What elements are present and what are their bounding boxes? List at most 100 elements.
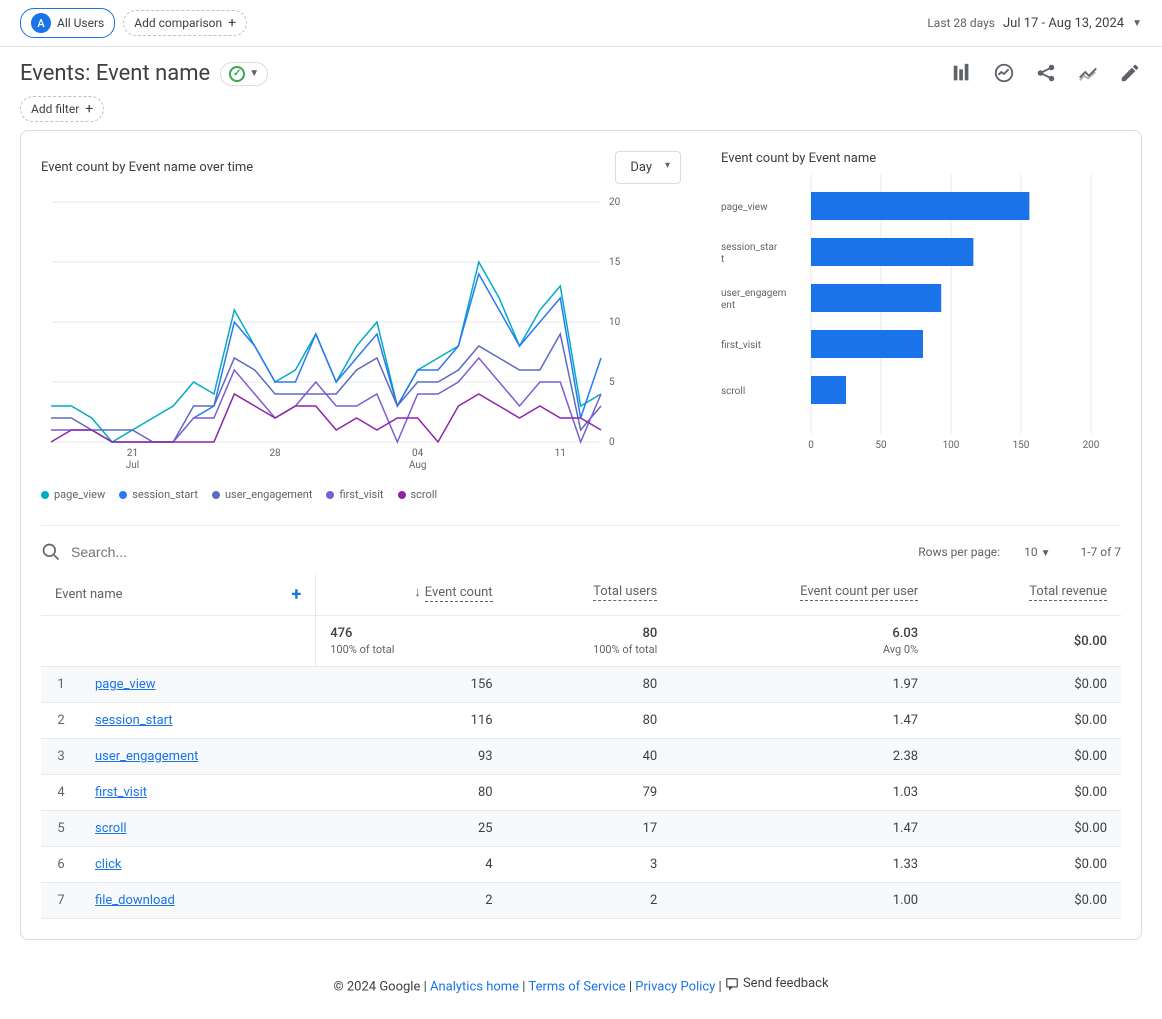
legend-dot-icon (398, 491, 406, 499)
page-header: Events: Event name ▼ Add filter + (0, 47, 1162, 130)
legend-dot-icon (326, 491, 334, 499)
copyright: © 2024 Google (333, 980, 420, 995)
table-row: 2session_start116801.47$0.00 (41, 703, 1121, 739)
legend-item[interactable]: scroll (398, 488, 438, 501)
line-chart-panel: Event count by Event name over time Day … (41, 151, 681, 501)
edit-icon[interactable] (1118, 61, 1142, 85)
check-circle-icon (229, 66, 245, 82)
status-dropdown[interactable]: ▼ (220, 62, 268, 86)
bar-chart[interactable]: 050100150200page_viewsession_startuser_e… (721, 174, 1101, 464)
table-row: 4first_visit80791.03$0.00 (41, 775, 1121, 811)
add-comparison-button[interactable]: Add comparison + (123, 10, 247, 36)
table-row: 5scroll25171.47$0.00 (41, 811, 1121, 847)
event-link[interactable]: file_download (95, 893, 175, 908)
add-filter-button[interactable]: Add filter + (20, 96, 104, 122)
chevron-down-icon: ▼ (1132, 18, 1142, 29)
svg-text:150: 150 (1013, 440, 1030, 451)
customize-icon[interactable] (950, 61, 974, 85)
rows-per-page-select[interactable]: 10 ▼ (1024, 545, 1050, 559)
chart-legend: page_view session_start user_engagement fir… (41, 488, 681, 501)
granularity-select[interactable]: Day (615, 151, 681, 184)
chevron-down-icon: ▼ (249, 68, 259, 79)
svg-text:first_visit: first_visit (721, 339, 761, 351)
col-event-name: Event name (55, 587, 123, 602)
svg-text:page_view: page_view (721, 202, 768, 213)
date-prefix: Last 28 days (927, 16, 995, 30)
trend-icon[interactable] (1076, 61, 1100, 85)
event-link[interactable]: first_visit (95, 785, 147, 800)
audience-pill[interactable]: A All Users (20, 8, 115, 38)
event-link[interactable]: scroll (95, 821, 127, 836)
insights-icon[interactable] (992, 61, 1016, 85)
table-row: 7file_download221.00$0.00 (41, 883, 1121, 919)
legend-dot-icon (212, 491, 220, 499)
chevron-down-icon: ▼ (1041, 548, 1051, 559)
col-total-users[interactable]: Total users (507, 574, 672, 616)
svg-text:28: 28 (269, 448, 281, 459)
plus-icon: + (228, 15, 236, 31)
page-info: 1-7 of 7 (1080, 545, 1121, 559)
svg-text:0: 0 (609, 437, 615, 448)
svg-text:15: 15 (609, 257, 621, 268)
svg-text:21: 21 (127, 448, 138, 459)
svg-text:session_star: session_star (721, 242, 778, 253)
event-link[interactable]: page_view (95, 677, 156, 692)
svg-text:5: 5 (609, 377, 615, 388)
audience-label: All Users (57, 16, 104, 30)
feedback-icon (725, 977, 739, 991)
search-input[interactable] (71, 544, 271, 560)
rows-per-page-label: Rows per page: (918, 545, 1000, 559)
report-card: Event count by Event name over time Day … (20, 130, 1142, 940)
add-filter-label: Add filter (31, 102, 79, 116)
table-row: 3user_engagement93402.38$0.00 (41, 739, 1121, 775)
search-wrap (41, 542, 918, 562)
legend-item[interactable]: session_start (119, 488, 198, 501)
svg-text:scroll: scroll (721, 386, 745, 397)
date-range-picker[interactable]: Last 28 days Jul 17 - Aug 13, 2024 ▼ (927, 16, 1142, 31)
bar-chart-title: Event count by Event name (721, 151, 876, 166)
privacy-link[interactable]: Privacy Policy (635, 980, 715, 995)
events-table: Event name + ↓Event count Total users Ev… (41, 574, 1121, 919)
event-link[interactable]: click (95, 857, 122, 872)
divider (41, 525, 1121, 526)
charts-row: Event count by Event name over time Day … (41, 151, 1121, 501)
pagination-controls: Rows per page: 10 ▼ 1-7 of 7 (918, 545, 1121, 559)
event-link[interactable]: session_start (95, 713, 173, 728)
col-revenue[interactable]: Total revenue (932, 574, 1121, 616)
svg-text:Jul: Jul (126, 460, 139, 471)
terms-link[interactable]: Terms of Service (528, 980, 625, 995)
plus-icon: + (85, 101, 93, 117)
top-bar: A All Users Add comparison + Last 28 day… (0, 0, 1162, 47)
audience-badge-icon: A (31, 13, 51, 33)
col-per-user[interactable]: Event count per user (671, 574, 932, 616)
line-chart-title: Event count by Event name over time (41, 160, 253, 175)
page-title: Events: Event name (20, 61, 210, 86)
svg-text:Aug: Aug (409, 460, 427, 471)
svg-text:0: 0 (808, 440, 814, 451)
sort-down-icon: ↓ (414, 585, 421, 600)
svg-text:50: 50 (875, 440, 887, 451)
svg-text:04: 04 (412, 448, 424, 459)
svg-text:ent: ent (721, 300, 735, 311)
legend-item[interactable]: page_view (41, 488, 105, 501)
audience-controls: A All Users Add comparison + (20, 8, 247, 38)
line-chart[interactable]: 0 5 10 15 20 21Jul 28 04Aug 11 (41, 192, 641, 482)
legend-item[interactable]: first_visit (326, 488, 383, 501)
totals-row: 476100% of total 80100% of total 6.03Avg… (41, 616, 1121, 667)
svg-text:user_engagem: user_engagem (721, 288, 787, 299)
col-event-count[interactable]: ↓Event count (316, 574, 507, 616)
add-comparison-label: Add comparison (134, 16, 222, 30)
event-link[interactable]: user_engagement (95, 749, 198, 764)
table-row: 1page_view156801.97$0.00 (41, 667, 1121, 703)
svg-text:20: 20 (609, 197, 621, 208)
svg-text:11: 11 (555, 448, 566, 459)
analytics-home-link[interactable]: Analytics home (430, 980, 519, 995)
bar-chart-panel: Event count by Event name 050100150200pa… (721, 151, 1121, 501)
page-title-wrap: Events: Event name ▼ (20, 61, 268, 86)
legend-item[interactable]: user_engagement (212, 488, 313, 501)
share-icon[interactable] (1034, 61, 1058, 85)
add-dimension-button[interactable]: + (291, 584, 301, 605)
svg-text:200: 200 (1083, 440, 1100, 451)
send-feedback-button[interactable]: Send feedback (725, 976, 829, 991)
svg-text:10: 10 (609, 317, 621, 328)
